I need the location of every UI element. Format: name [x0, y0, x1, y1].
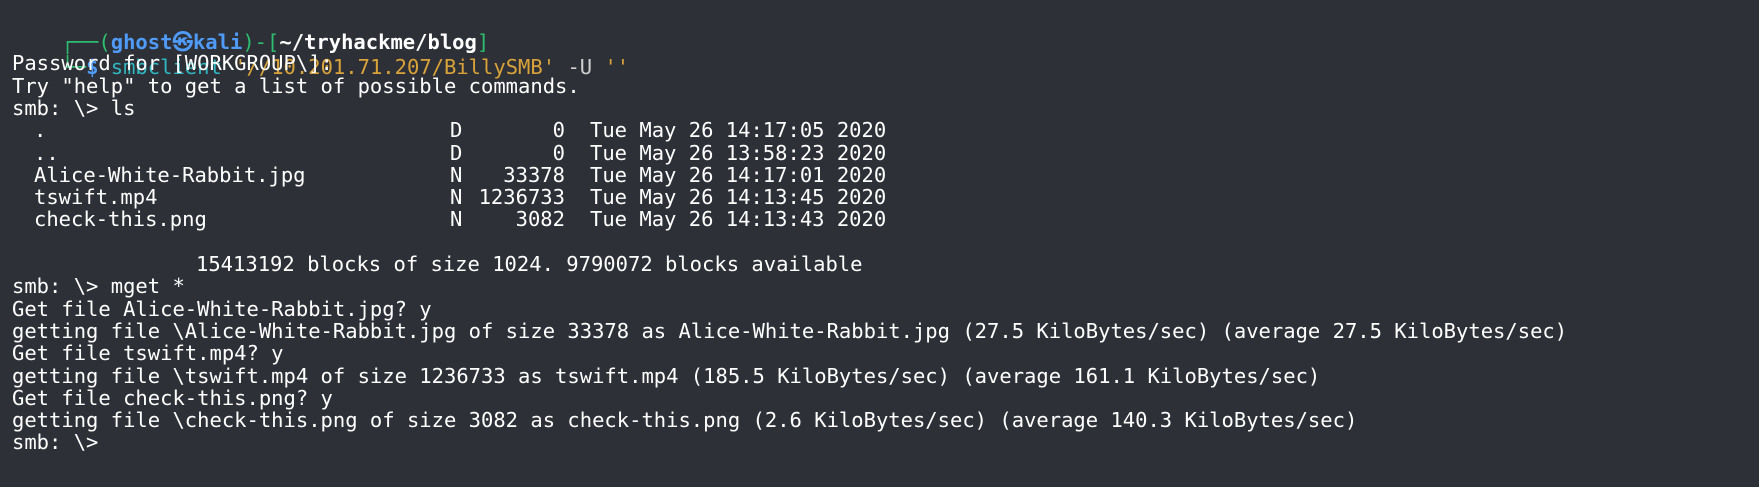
prompt-header: ┌──(ghost㉿kali)-[~/tryhackme/blog] — [12, 5, 489, 54]
smb-ls-prompt: smb: \> ls — [12, 96, 136, 120]
listing-date: Tue May 26 14:17:05 2020 — [590, 118, 887, 142]
listing-attr: D — [450, 118, 463, 142]
listing-name: check-this.png — [34, 207, 207, 231]
listing-size: 0 — [552, 118, 565, 142]
smb-mget-prompt: smb: \> mget * — [12, 274, 185, 298]
listing-size: 3082 — [515, 207, 565, 231]
terminal-window[interactable]: ┌──(ghost㉿kali)-[~/tryhackme/blog] └─$ s… — [0, 0, 1759, 487]
get-file-result-3: getting file \check-this.png of size 308… — [12, 408, 1358, 432]
listing-name: . — [34, 118, 47, 142]
smb-prompt-partial: smb: \> — [12, 430, 111, 454]
command-user-arg: '' — [604, 55, 630, 79]
blocks-summary: 15413192 blocks of size 1024. 9790072 bl… — [196, 252, 863, 276]
listing-attr: N — [450, 207, 463, 231]
get-file-question-2: Get file tswift.mp4? y — [12, 341, 284, 365]
password-prompt: Password for [WORKGROUP\]: — [12, 51, 333, 75]
listing-date: Tue May 26 14:13:43 2020 — [590, 207, 887, 231]
